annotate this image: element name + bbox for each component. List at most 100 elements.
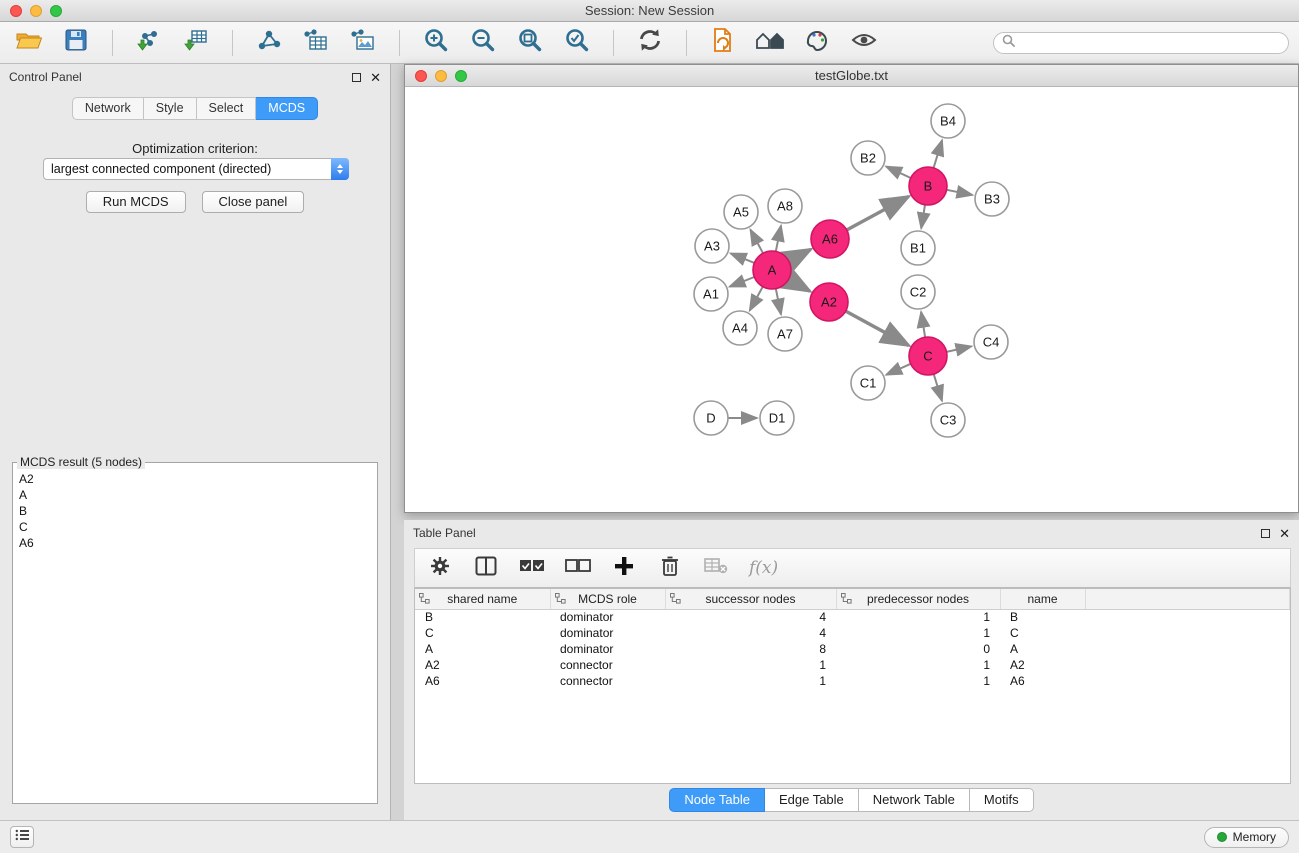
graph-node-C3[interactable]: C3 <box>931 403 965 437</box>
tab-network[interactable]: Network <box>72 97 144 120</box>
bottom-tab-node-table[interactable]: Node Table <box>669 788 765 812</box>
zoom-selected-button[interactable] <box>562 28 592 58</box>
column-header-shared-name[interactable]: shared name <box>415 589 550 609</box>
graph-node-A5[interactable]: A5 <box>724 195 758 229</box>
minimize-window-button[interactable] <box>30 5 42 17</box>
delete-column-button[interactable] <box>657 555 683 581</box>
column-header-mcds-role[interactable]: MCDS role <box>550 589 665 609</box>
mcds-result-item[interactable]: A2 <box>19 471 371 487</box>
search-input[interactable] <box>1020 36 1280 50</box>
table-row[interactable]: Cdominator41C <box>415 625 1290 641</box>
export-image-button[interactable] <box>348 28 378 58</box>
graph-node-B1[interactable]: B1 <box>901 231 935 265</box>
bottom-tab-network-table[interactable]: Network Table <box>859 788 970 812</box>
graph-node-C[interactable]: C <box>909 337 947 375</box>
graph-edge-B-B4[interactable] <box>934 140 943 168</box>
network-minimize-button[interactable] <box>435 70 447 82</box>
create-column-button[interactable] <box>611 555 637 581</box>
save-session-button[interactable] <box>61 28 91 58</box>
graph-node-A3[interactable]: A3 <box>695 229 729 263</box>
task-history-button[interactable] <box>10 826 34 848</box>
graph-edge-A-A2[interactable] <box>789 279 810 291</box>
graph-node-C4[interactable]: C4 <box>974 325 1008 359</box>
graph-node-A[interactable]: A <box>753 251 791 289</box>
memory-button[interactable]: Memory <box>1204 827 1289 848</box>
column-header-successor-nodes[interactable]: successor nodes <box>665 589 836 609</box>
mcds-result-item[interactable]: A <box>19 487 371 503</box>
table-row[interactable]: Adominator80A <box>415 641 1290 657</box>
close-window-button[interactable] <box>10 5 22 17</box>
tab-mcds[interactable]: MCDS <box>256 97 318 120</box>
close-panel-icon[interactable]: ✕ <box>370 71 381 84</box>
graph-node-C1[interactable]: C1 <box>851 366 885 400</box>
run-mcds-button[interactable]: Run MCDS <box>86 191 186 213</box>
graph-edge-A-A6[interactable] <box>789 249 811 261</box>
float-table-panel-icon[interactable] <box>1261 529 1270 538</box>
zoom-fit-button[interactable] <box>515 28 545 58</box>
open-session-button[interactable] <box>14 28 44 58</box>
refresh-button[interactable] <box>635 28 665 58</box>
graph-edge-A-A7[interactable] <box>776 289 781 315</box>
mcds-result-item[interactable]: A6 <box>19 535 371 551</box>
close-panel-button[interactable]: Close panel <box>202 191 305 213</box>
graph-node-B3[interactable]: B3 <box>975 182 1009 216</box>
graph-edge-B-B3[interactable] <box>947 190 973 195</box>
graph-edge-A2-C[interactable] <box>846 311 909 345</box>
optimization-criterion-select[interactable]: largest connected component (directed) <box>43 158 349 180</box>
network-graph[interactable]: B4B2BB3A5A8A6B1A3AC2A1A2A4A7C4CC1C3DD1 <box>405 87 1298 512</box>
graph-edge-A-A4[interactable] <box>750 287 763 311</box>
function-builder-button[interactable]: f(x) <box>749 555 778 581</box>
table-row[interactable]: A6connector11A6 <box>415 673 1290 689</box>
graph-edge-C-C3[interactable] <box>934 374 942 401</box>
network-close-button[interactable] <box>415 70 427 82</box>
import-table-from-file-button[interactable] <box>181 28 211 58</box>
graph-edge-C-C1[interactable] <box>886 364 911 375</box>
graph-node-A2[interactable]: A2 <box>810 283 848 321</box>
graph-node-D1[interactable]: D1 <box>760 401 794 435</box>
graph-edge-C-C2[interactable] <box>921 312 925 337</box>
table-row[interactable]: Bdominator41B <box>415 609 1290 625</box>
graph-edge-A-A3[interactable] <box>731 253 755 263</box>
graph-edge-A-A5[interactable] <box>750 230 763 254</box>
new-table-button[interactable] <box>301 28 331 58</box>
tab-select[interactable]: Select <box>197 97 257 120</box>
zoom-out-button[interactable] <box>468 28 498 58</box>
graph-edge-A-A1[interactable] <box>730 277 755 287</box>
mcds-result-item[interactable]: B <box>19 503 371 519</box>
new-network-button[interactable] <box>254 28 284 58</box>
graph-node-B4[interactable]: B4 <box>931 104 965 138</box>
deselect-all-button[interactable] <box>565 555 591 581</box>
import-network-from-file-button[interactable] <box>134 28 164 58</box>
table-settings-button[interactable] <box>427 555 453 581</box>
graph-node-A6[interactable]: A6 <box>811 220 849 258</box>
first-neighbors-button[interactable] <box>708 28 738 58</box>
delete-table-button[interactable] <box>703 555 729 581</box>
graph-node-C2[interactable]: C2 <box>901 275 935 309</box>
close-table-panel-icon[interactable]: ✕ <box>1279 527 1290 540</box>
float-panel-icon[interactable] <box>352 73 361 82</box>
bottom-tab-edge-table[interactable]: Edge Table <box>765 788 859 812</box>
select-all-button[interactable] <box>519 555 545 581</box>
zoom-window-button[interactable] <box>50 5 62 17</box>
table-row[interactable]: A2connector11A2 <box>415 657 1290 673</box>
graph-edge-A6-B[interactable] <box>847 197 909 231</box>
graph-edge-B-B2[interactable] <box>886 167 911 179</box>
graph-node-D[interactable]: D <box>694 401 728 435</box>
graph-node-A7[interactable]: A7 <box>768 317 802 351</box>
graph-edge-B-B1[interactable] <box>921 205 925 229</box>
zoom-in-button[interactable] <box>421 28 451 58</box>
graph-node-A8[interactable]: A8 <box>768 189 802 223</box>
toggle-column-button[interactable] <box>473 555 499 581</box>
column-header-name[interactable]: name <box>1000 589 1085 609</box>
network-zoom-button[interactable] <box>455 70 467 82</box>
mcds-result-item[interactable]: C <box>19 519 371 535</box>
graph-edge-C-C4[interactable] <box>947 346 972 352</box>
graph-node-B[interactable]: B <box>909 167 947 205</box>
show-hide-panel-button[interactable] <box>849 28 879 58</box>
graph-node-B2[interactable]: B2 <box>851 141 885 175</box>
tab-style[interactable]: Style <box>144 97 197 120</box>
graphics-details-button[interactable] <box>802 28 832 58</box>
bottom-tab-motifs[interactable]: Motifs <box>970 788 1034 812</box>
graph-node-A4[interactable]: A4 <box>723 311 757 345</box>
column-header-predecessor-nodes[interactable]: predecessor nodes <box>836 589 1000 609</box>
